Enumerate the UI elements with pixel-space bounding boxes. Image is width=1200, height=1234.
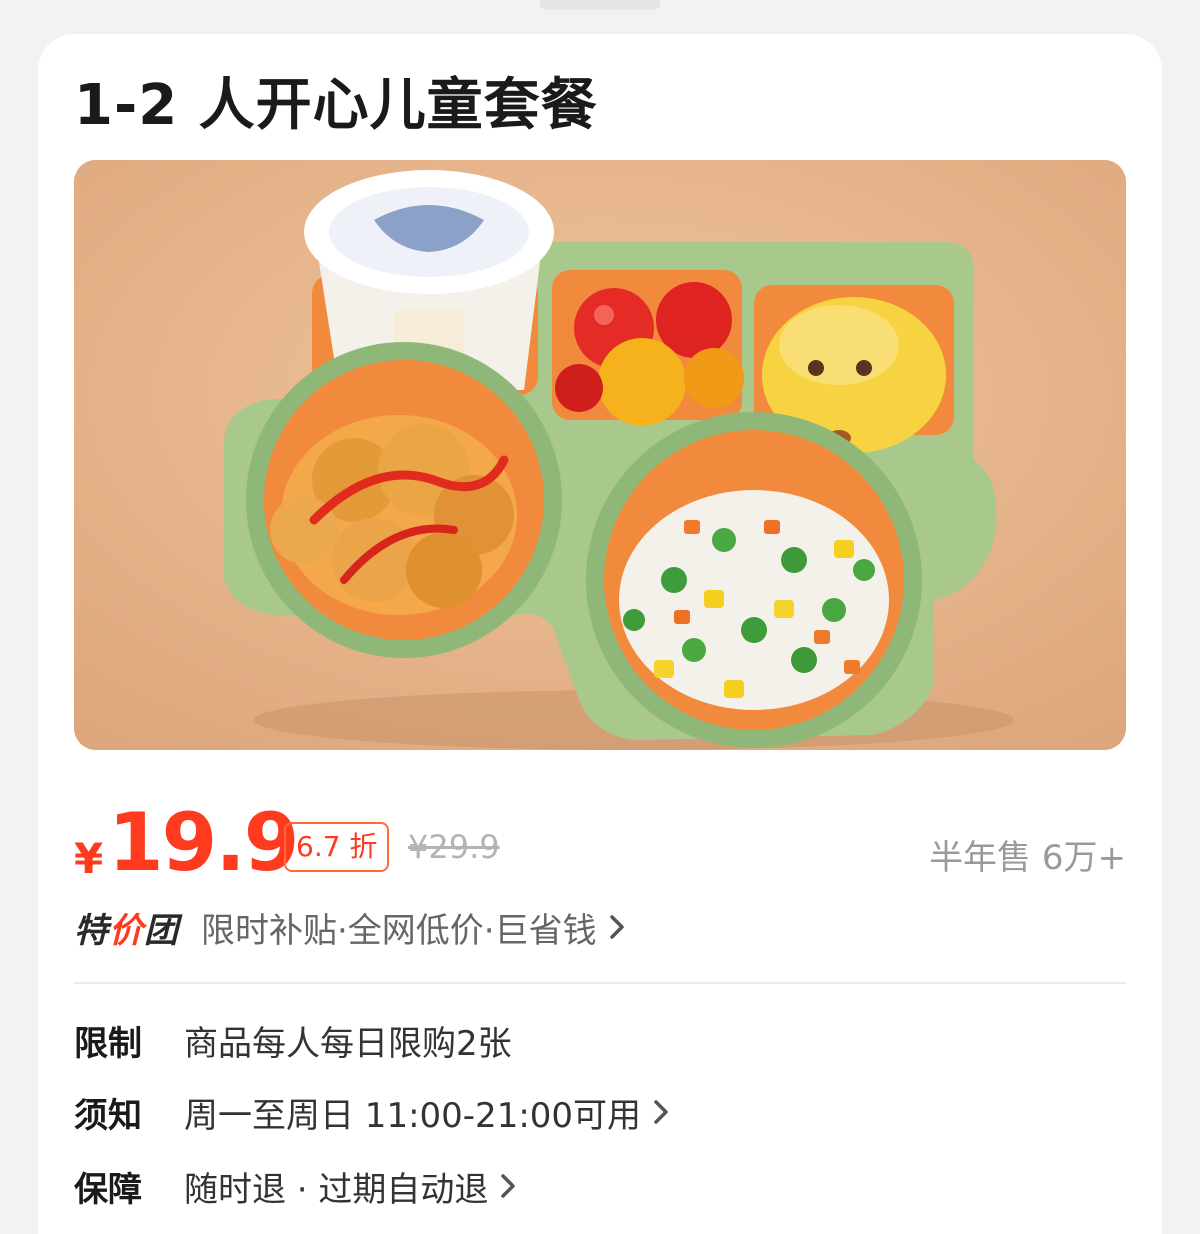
notice-label: 须知 [74, 1095, 142, 1136]
current-price: 19.9 [108, 796, 299, 889]
notice-value: 周一至周日 11:00-21:00可用 [184, 1095, 642, 1136]
promo-row[interactable]: 特价团 限时补贴·全网低价·巨省钱 [74, 902, 1126, 952]
guarantee-label: 保障 [74, 1169, 142, 1210]
chevron-right-icon [501, 1174, 516, 1198]
divider [74, 982, 1126, 984]
usage-notice-row[interactable]: 须知 周一至周日 11:00-21:00可用 [74, 1084, 1126, 1140]
limit-label: 限制 [74, 1023, 142, 1064]
price-row: ¥ 19.9 6.7 折 ¥29.9 半年售 6万+ [74, 796, 1126, 889]
purchase-limit-row: 限制 商品每人每日限购2张 [74, 1012, 1126, 1068]
promo-logo-accent: 价 [109, 910, 144, 951]
guarantee-value: 随时退 · 过期自动退 [184, 1169, 489, 1210]
product-photo-illustration [74, 160, 1126, 750]
limit-value: 商品每人每日限购2张 [184, 1023, 512, 1064]
promo-logo-suffix: 团 [144, 910, 179, 951]
discount-badge: 6.7 折 [284, 822, 390, 872]
product-image[interactable] [74, 160, 1126, 750]
original-price: ¥29.9 [408, 828, 500, 866]
promo-logo-prefix: 特 [74, 910, 109, 951]
chevron-right-icon [609, 915, 624, 939]
currency-symbol: ¥ [74, 834, 104, 883]
sales-count: 半年售 6万+ [929, 838, 1126, 878]
product-title: 1-2 人开心儿童套餐 [74, 73, 598, 138]
promo-text: 限时补贴·全网低价·巨省钱 [201, 910, 597, 951]
chevron-right-icon [654, 1100, 668, 1124]
product-card: 1-2 人开心儿童套餐 ¥ 19.9 6.7 折 ¥29.9 半年售 6万+ 特… [38, 34, 1162, 1234]
promo-logo: 特价团 [74, 903, 179, 952]
sheet-handle [540, 0, 660, 10]
guarantee-row[interactable]: 保障 随时退 · 过期自动退 [74, 1158, 1126, 1214]
